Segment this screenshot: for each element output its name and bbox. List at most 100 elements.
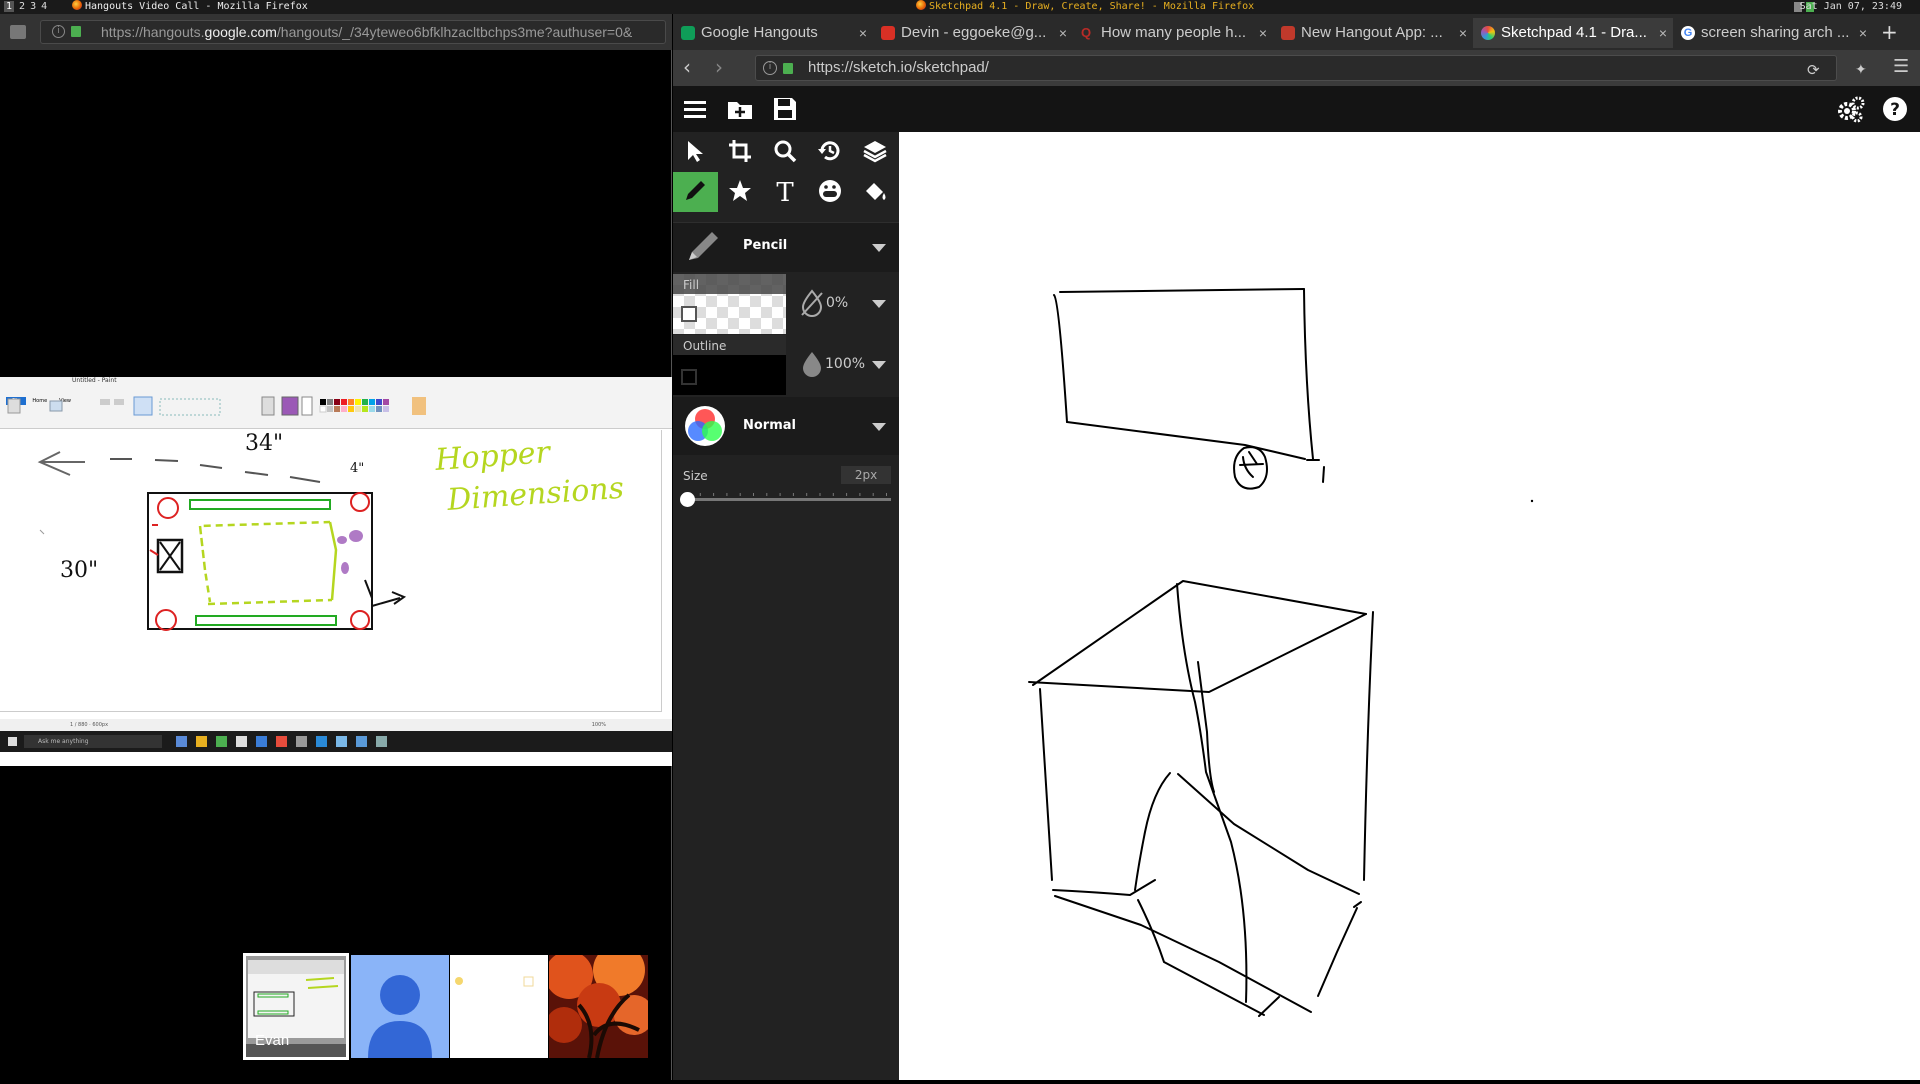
chevron-down-icon[interactable] — [872, 423, 886, 431]
windows-start-icon[interactable] — [8, 737, 17, 746]
settings-gears-icon[interactable] — [1837, 95, 1865, 123]
sketch-stroke — [1134, 772, 1171, 891]
outline-opacity-value: 100% — [825, 356, 866, 372]
size-value[interactable]: 2px — [841, 466, 891, 484]
participant-thumb-avatar[interactable] — [351, 955, 449, 1058]
crop-tool[interactable] — [718, 132, 763, 172]
hangouts-url-bar[interactable]: https://hangouts.google.com/hangouts/_/3… — [40, 20, 666, 44]
close-icon[interactable]: × — [1059, 18, 1067, 48]
brush-selector[interactable]: Pencil — [673, 222, 899, 272]
outline-label: Outline — [683, 339, 727, 353]
svg-text:?: ? — [1890, 100, 1900, 120]
extension-icon[interactable]: ✦ — [1855, 59, 1867, 81]
no-opacity-icon[interactable] — [797, 288, 827, 318]
lock-icon — [71, 26, 81, 37]
taskbar-app-icon[interactable] — [176, 736, 187, 747]
sketch-stroke — [1258, 996, 1280, 1017]
workspace-4[interactable]: 4 — [41, 1, 47, 12]
outline-control: Outline 100% — [673, 335, 899, 395]
clock: Sat Jan 07, 23:49 — [1799, 1, 1902, 12]
close-icon[interactable]: × — [1859, 18, 1867, 48]
workspace-3[interactable]: 3 — [30, 1, 36, 12]
taskbar-app-icon[interactable] — [196, 736, 207, 747]
left-window-title: Hangouts Video Call - Mozilla Firefox — [72, 0, 308, 14]
workspace-switcher[interactable]: 1234 — [4, 0, 52, 14]
blank-video-feed — [455, 976, 534, 987]
taskbar-app-icon[interactable] — [296, 736, 307, 747]
pencil-tool[interactable] — [673, 172, 718, 212]
help-icon[interactable]: ? — [1881, 95, 1909, 123]
forward-icon[interactable]: › — [715, 56, 723, 78]
tab-gmail[interactable]: Devin - eggoeke@g... × — [873, 18, 1073, 48]
close-icon[interactable]: × — [859, 18, 867, 48]
tab-google-hangouts[interactable]: Google Hangouts × — [673, 18, 873, 48]
site-info-icon[interactable]: i — [763, 61, 777, 75]
taskbar-app-icon[interactable] — [256, 736, 267, 747]
close-icon[interactable]: × — [1659, 18, 1667, 48]
sketch-stroke — [1176, 583, 1248, 1003]
outline-color-indicator — [681, 369, 697, 385]
layers-icon — [863, 141, 887, 163]
shape-tool[interactable] — [718, 172, 763, 212]
drawing-canvas[interactable] — [899, 132, 1920, 1080]
workspace-1[interactable]: 1 — [4, 1, 15, 12]
opacity-drop-icon[interactable] — [797, 349, 827, 379]
tab-new-hangout-app[interactable]: New Hangout App: ... × — [1273, 18, 1473, 48]
taskbar-app-icon[interactable] — [236, 736, 247, 747]
tab-sketchpad[interactable]: Sketchpad 4.1 - Dra... × — [1473, 18, 1673, 48]
tab-label: Devin - eggoeke@g... — [901, 24, 1047, 41]
select-tool[interactable] — [673, 132, 718, 172]
paint-tabs: FileHomeView — [6, 387, 77, 405]
chevron-down-icon[interactable] — [872, 244, 886, 252]
tab-screen-sharing[interactable]: G screen sharing arch ... × — [1673, 18, 1873, 48]
menu-icon[interactable]: ☰ — [1893, 56, 1909, 78]
outline-swatch[interactable]: Outline — [673, 335, 786, 395]
open-folder-icon[interactable] — [726, 95, 754, 123]
size-slider-knob[interactable] — [680, 492, 695, 507]
sketch-stroke — [1303, 288, 1314, 460]
reload-icon[interactable]: ⟳ — [1807, 59, 1820, 81]
fill-swatch[interactable]: Fill — [673, 274, 786, 334]
blend-mode-selector[interactable]: Normal — [673, 397, 899, 455]
shared-screen-paint[interactable]: Untitled - Paint FileHomeView — [0, 377, 672, 766]
taskbar-search[interactable]: Ask me anything — [24, 735, 162, 748]
close-icon[interactable]: × — [1259, 18, 1267, 48]
new-tab-button[interactable]: + — [1881, 18, 1898, 46]
tab-quora[interactable]: Q How many people h... × — [1073, 18, 1273, 48]
hamburger-menu-icon[interactable] — [681, 95, 709, 123]
taskbar-app-icon[interactable] — [276, 736, 287, 747]
participant-thumb-tree[interactable] — [549, 955, 648, 1058]
layers-tool[interactable] — [853, 132, 898, 172]
taskbar-app-icon[interactable] — [216, 736, 227, 747]
site-info-icon[interactable]: i — [52, 25, 65, 38]
paint-canvas[interactable]: 34" 4" 30" Hopper Dimensions — [0, 430, 662, 712]
taskbar-app-icon[interactable] — [336, 736, 347, 747]
star-icon — [729, 180, 751, 201]
zoom-tool[interactable] — [763, 132, 808, 172]
search-icon — [774, 140, 797, 163]
taskbar-app-icon[interactable] — [316, 736, 327, 747]
text-icon: T — [776, 178, 794, 204]
chevron-down-icon[interactable] — [872, 361, 886, 369]
participant-thumb-blank[interactable] — [450, 955, 548, 1058]
taskbar-app-icon[interactable] — [356, 736, 367, 747]
tab-label: screen sharing arch ... — [1701, 24, 1850, 41]
sketchpad-url-bar[interactable]: https://sketch.io/sketchpad/ — [755, 55, 1837, 81]
browser-tab-strip: Google Hangouts × Devin - eggoeke@g... ×… — [673, 14, 1920, 50]
text-tool[interactable]: T — [763, 172, 808, 212]
back-icon[interactable]: ‹ — [683, 56, 691, 78]
chevron-down-icon[interactable] — [872, 300, 886, 308]
history-tool[interactable] — [808, 132, 853, 172]
workspace-2[interactable]: 2 — [19, 1, 25, 12]
save-icon[interactable] — [771, 95, 799, 123]
sticker-tool[interactable] — [808, 172, 853, 212]
sketch-stroke — [1053, 294, 1068, 423]
sketch-stroke — [1317, 907, 1358, 997]
participant-thumb-evan[interactable]: Evan — [243, 953, 349, 1060]
taskbar-app-icon[interactable] — [376, 736, 387, 747]
fill-tool[interactable] — [853, 172, 898, 212]
tab-list-icon[interactable] — [10, 25, 26, 39]
brush-name: Pencil — [743, 238, 788, 253]
sketch-stroke — [1363, 611, 1374, 881]
close-icon[interactable]: × — [1459, 18, 1467, 48]
